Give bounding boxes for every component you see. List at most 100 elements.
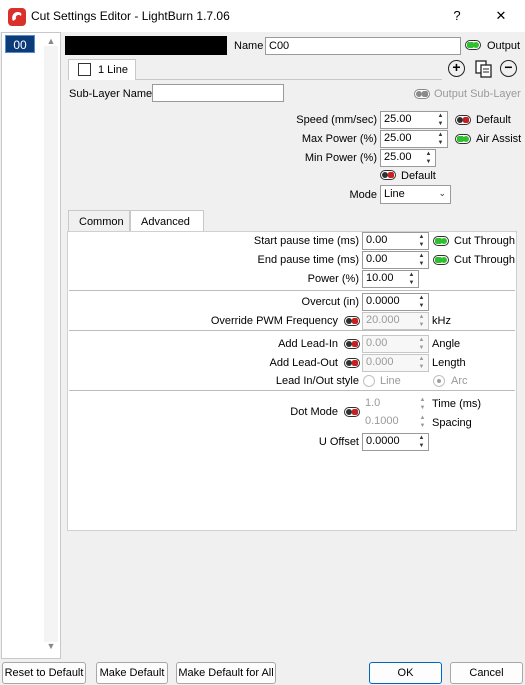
spin-arrows-icon[interactable]: ▲ ▼ (417, 336, 426, 352)
spin-arrows-icon[interactable]: ▲ ▼ (436, 131, 445, 147)
dot-time-value: 1.0 (365, 397, 381, 409)
pwm-frequency-value: 20.000 (366, 314, 400, 326)
spacing-label: Spacing (432, 417, 472, 429)
separator (69, 390, 515, 391)
min-power-default-toggle[interactable] (380, 170, 396, 180)
override-pwm-toggle[interactable] (344, 316, 360, 326)
dot-time-spinbox[interactable]: 1.0 ▲ ▼ (362, 396, 429, 414)
u-offset-spinbox[interactable]: 0.0000 ▲ ▼ (362, 433, 429, 451)
lead-out-toggle[interactable] (344, 358, 360, 368)
khz-label: kHz (432, 315, 451, 327)
pwm-frequency-spinbox[interactable]: 20.000 ▲ ▼ (362, 312, 429, 330)
speed-spinbox[interactable]: 25.00 ▲ ▼ (380, 111, 448, 129)
lead-in-angle-value: 0.00 (366, 337, 388, 349)
add-sublayer-icon[interactable]: + (448, 60, 465, 77)
sublayer-tab-underline (136, 79, 442, 80)
max-power-value: 25.00 (384, 132, 412, 144)
name-label: Name (234, 40, 264, 52)
sublayer-enable-checkbox[interactable] (78, 63, 91, 76)
spin-arrows-icon[interactable]: ▲ ▼ (436, 112, 445, 128)
spin-arrows-icon[interactable]: ▲ ▼ (407, 271, 416, 287)
layer-item[interactable]: 00 (5, 35, 35, 53)
end-pause-label: End pause time (ms) (257, 254, 359, 266)
spin-arrows-icon[interactable]: ▲ ▼ (417, 252, 426, 268)
end-cut-through-label: Cut Through (454, 254, 515, 266)
start-pause-spinbox[interactable]: 0.00 ▲ ▼ (362, 232, 429, 250)
lead-out-label: Add Lead-Out (269, 357, 339, 369)
u-offset-label: U Offset (318, 436, 359, 448)
lightburn-logo-icon (8, 8, 26, 26)
lead-style-arc-radio[interactable] (433, 375, 445, 387)
overcut-spinbox[interactable]: 0.0000 ▲ ▼ (362, 293, 429, 311)
speed-default-toggle[interactable] (455, 115, 471, 125)
lead-out-length-value: 0.000 (366, 356, 394, 368)
spin-arrows-icon[interactable]: ▲ ▼ (418, 414, 427, 430)
close-button[interactable]: ✕ (491, 6, 511, 26)
lead-in-toggle[interactable] (344, 339, 360, 349)
angle-label: Angle (432, 338, 461, 350)
end-pause-value: 0.00 (366, 253, 388, 265)
overcut-value: 0.0000 (366, 295, 400, 307)
separator (69, 330, 515, 331)
lead-out-length-spinbox[interactable]: 0.000 ▲ ▼ (362, 354, 429, 372)
layer-list-scrollbar[interactable] (44, 46, 58, 642)
mode-select[interactable]: Line ⌄ (380, 185, 451, 204)
tab-advanced[interactable]: Advanced (130, 210, 204, 232)
dot-spacing-value: 0.1000 (365, 415, 399, 427)
u-offset-value: 0.0000 (366, 435, 400, 447)
overcut-label: Overcut (in) (301, 296, 359, 308)
output-sublayer-toggle[interactable] (414, 89, 430, 99)
sublayer-tab[interactable]: 1 Line (68, 59, 136, 80)
spin-arrows-icon[interactable]: ▲ ▼ (417, 233, 426, 249)
min-power-default-label: Default (401, 170, 436, 182)
scroll-down-icon[interactable]: ▼ (46, 641, 56, 651)
power-value: 10.00 (366, 272, 394, 284)
air-assist-toggle[interactable] (455, 134, 471, 144)
copy-sublayer-icon[interactable] (474, 59, 493, 78)
start-cut-through-label: Cut Through (454, 235, 515, 247)
lead-style-line-radio[interactable] (363, 375, 375, 387)
max-power-spinbox[interactable]: 25.00 ▲ ▼ (380, 130, 448, 148)
separator (69, 290, 515, 291)
tab-common[interactable]: Common (68, 210, 130, 232)
power-spinbox[interactable]: 10.00 ▲ ▼ (362, 270, 419, 288)
min-power-spinbox[interactable]: 25.00 ▲ ▼ (380, 149, 436, 167)
help-button[interactable]: ? (447, 6, 467, 26)
mode-value: Line (384, 188, 405, 200)
min-power-label: Min Power (%) (304, 152, 377, 164)
spin-arrows-icon[interactable]: ▲ ▼ (418, 396, 427, 412)
dot-mode-toggle[interactable] (344, 407, 360, 417)
spin-arrows-icon[interactable]: ▲ ▼ (417, 294, 426, 310)
speed-default-label: Default (476, 114, 511, 126)
layer-color-swatch[interactable] (65, 36, 227, 55)
remove-sublayer-icon[interactable]: − (500, 60, 517, 77)
make-default-for-all-button[interactable]: Make Default for All (176, 662, 276, 684)
spin-arrows-icon[interactable]: ▲ ▼ (417, 313, 426, 329)
max-power-label: Max Power (%) (301, 133, 377, 145)
lead-style-line-label: Line (380, 375, 401, 387)
ok-button[interactable]: OK (369, 662, 442, 684)
make-default-button[interactable]: Make Default (96, 662, 168, 684)
spin-arrows-icon[interactable]: ▲ ▼ (424, 150, 433, 166)
min-power-value: 25.00 (384, 151, 412, 163)
start-cut-through-toggle[interactable] (433, 236, 449, 246)
spin-arrows-icon[interactable]: ▲ ▼ (417, 355, 426, 371)
speed-label: Speed (mm/sec) (296, 114, 377, 126)
speed-value: 25.00 (384, 113, 412, 125)
spin-arrows-icon[interactable]: ▲ ▼ (417, 434, 426, 450)
scroll-up-icon[interactable]: ▲ (46, 36, 56, 46)
window-title: Cut Settings Editor - LightBurn 1.7.06 (31, 9, 230, 23)
end-pause-spinbox[interactable]: 0.00 ▲ ▼ (362, 251, 429, 269)
lead-in-angle-spinbox[interactable]: 0.00 ▲ ▼ (362, 335, 429, 353)
dot-spacing-spinbox[interactable]: 0.1000 ▲ ▼ (362, 414, 429, 432)
dot-mode-label: Dot Mode (290, 406, 338, 418)
output-toggle[interactable] (465, 40, 481, 50)
sublayer-name-input[interactable] (152, 84, 284, 102)
name-input[interactable]: C00 (265, 37, 461, 55)
sublayer-tab-label: 1 Line (98, 64, 128, 76)
reset-to-default-button[interactable]: Reset to Default (2, 662, 86, 684)
cancel-button[interactable]: Cancel (450, 662, 523, 684)
mode-label: Mode (349, 189, 377, 201)
lead-style-label: Lead In/Out style (275, 375, 359, 387)
end-cut-through-toggle[interactable] (433, 255, 449, 265)
